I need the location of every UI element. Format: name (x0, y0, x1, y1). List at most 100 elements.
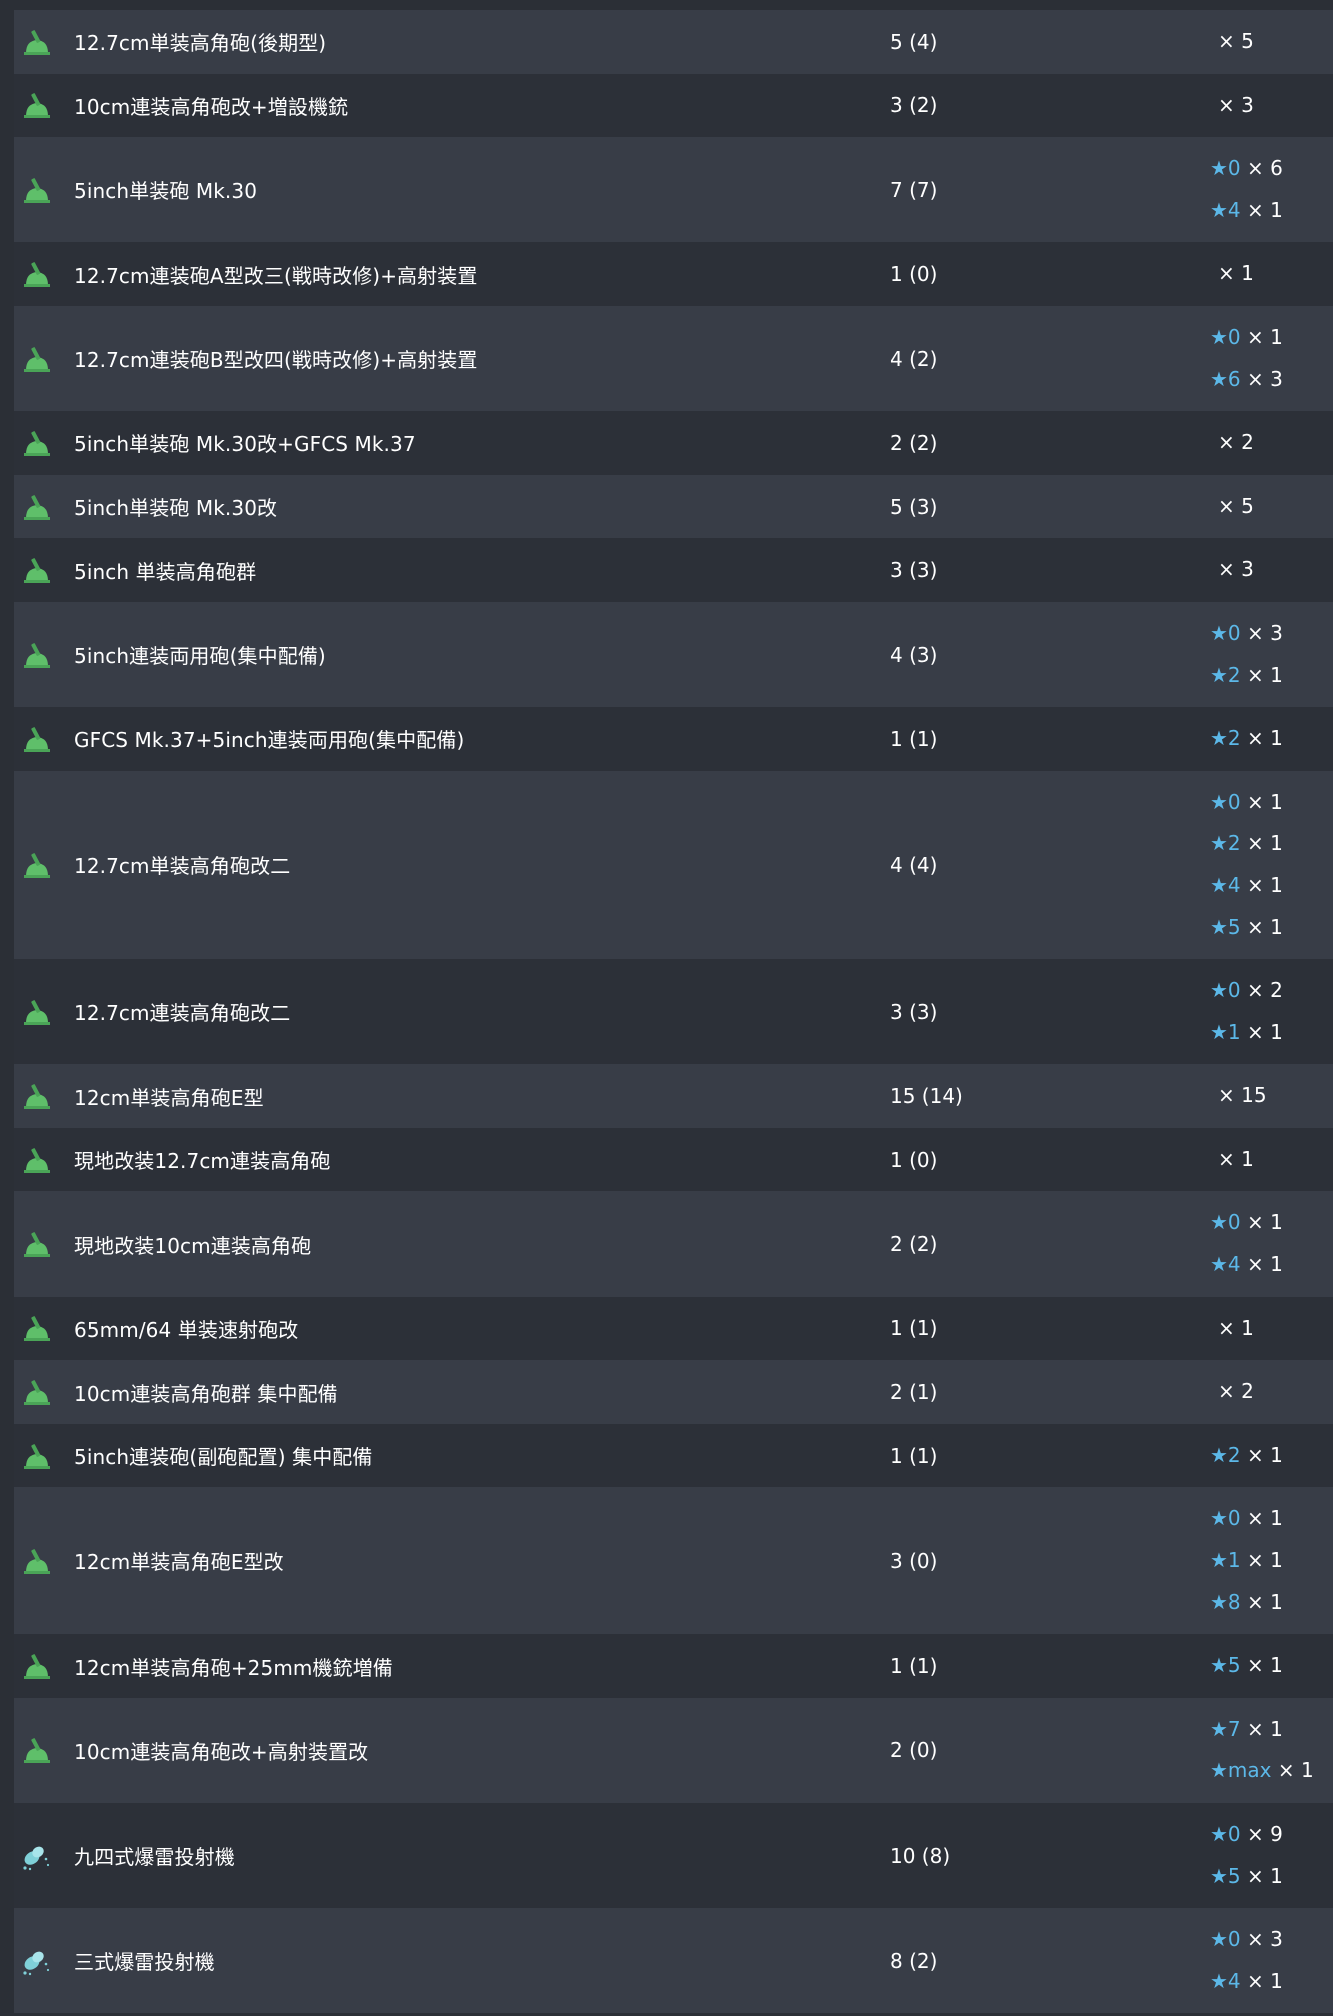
quantity: × 2 (1218, 1379, 1254, 1404)
gun-icon (14, 635, 60, 675)
quantity: × 1 (1240, 1716, 1283, 1741)
table-row: 65mm/64 単装速射砲改 1 (1) × 1 (14, 1296, 1333, 1361)
improvement-level-entry: ★0 × 3 (1210, 613, 1333, 655)
gun-icon (14, 1372, 60, 1412)
quantity: × 1 (1240, 1653, 1283, 1678)
star-level: ★0 (1210, 324, 1241, 349)
gun-icon (14, 1436, 60, 1476)
improvement-levels: ★0 × 1 ★4 × 1 (1210, 1202, 1333, 1285)
improvement-level-entry: × 15 (1210, 1075, 1333, 1117)
improvement-levels: ★0 × 3 ★2 × 1 (1210, 613, 1333, 696)
equipment-count: 1 (0) (890, 262, 938, 287)
table-row: 5inch単装砲 Mk.30 7 (7) ★0 × 6 ★4 × 1 (14, 137, 1333, 243)
quantity: × 1 (1240, 831, 1283, 856)
gun-icon (14, 1646, 60, 1686)
star-level: ★4 (1210, 872, 1241, 897)
equipment-name: GFCS Mk.37+5inch連装両用砲(集中配備) (74, 728, 465, 753)
gun-icon (14, 1224, 60, 1264)
improvement-levels: × 5 (1210, 486, 1333, 528)
equipment-name: 12.7cm連装高角砲改二 (74, 1001, 291, 1026)
improvement-level-entry: ★0 × 1 (1210, 317, 1333, 359)
quantity: × 3 (1240, 620, 1283, 645)
equipment-count: 4 (3) (890, 642, 938, 667)
equipment-name: 5inch 単装高角砲群 (74, 559, 257, 584)
quantity: × 1 (1240, 1252, 1283, 1277)
improvement-level-entry: ★7 × 1 (1210, 1709, 1333, 1751)
equipment-name: 5inch連装両用砲(集中配備) (74, 644, 326, 669)
quantity: × 1 (1240, 324, 1283, 349)
gun-icon (14, 992, 60, 1032)
quantity: × 1 (1240, 1548, 1283, 1573)
equipment-name: 5inch単装砲 Mk.30改 (74, 496, 278, 521)
table-row: 現地改装10cm連装高角砲 2 (2) ★0 × 1 ★4 × 1 (14, 1191, 1333, 1297)
star-level: ★7 (1210, 1716, 1241, 1741)
quantity: × 5 (1218, 493, 1254, 518)
equipment-name: 現地改装12.7cm連装高角砲 (74, 1149, 331, 1174)
quantity: × 1 (1240, 1506, 1283, 1531)
equipment-count: 1 (1) (890, 726, 938, 751)
equipment-name: 12.7cm連装砲A型改三(戦時改修)+高射装置 (74, 263, 478, 288)
quantity: × 1 (1240, 197, 1283, 222)
star-level: ★4 (1210, 1968, 1241, 1993)
gun-icon (14, 845, 60, 885)
improvement-levels: ★2 × 1 (1210, 1435, 1333, 1477)
equipment-name: 12.7cm単装高角砲(後期型) (74, 31, 327, 56)
equipment-count: 4 (4) (890, 852, 938, 877)
improvement-levels: × 2 (1210, 1371, 1333, 1413)
improvement-levels: × 1 (1210, 1139, 1333, 1181)
table-row: GFCS Mk.37+5inch連装両用砲(集中配備) 1 (1) ★2 × 1 (14, 707, 1333, 771)
improvement-level-entry: ★0 × 1 (1210, 782, 1333, 824)
equipment-name: 65mm/64 単装速射砲改 (74, 1317, 299, 1342)
quantity: × 3 (1218, 92, 1254, 117)
improvement-level-entry: ★5 × 1 (1210, 1856, 1333, 1898)
star-level: ★1 (1210, 1019, 1241, 1044)
gun-icon (14, 719, 60, 759)
equipment-name: 三式爆雷投射機 (74, 1950, 215, 1975)
improvement-level-entry: ★4 × 1 (1210, 865, 1333, 907)
depth-charge-icon (14, 1836, 60, 1876)
star-level: ★0 (1210, 1822, 1241, 1847)
quantity: × 3 (1240, 366, 1283, 391)
star-level: ★2 (1210, 831, 1241, 856)
gun-icon (14, 1730, 60, 1770)
improvement-levels: × 3 (1210, 85, 1333, 127)
equipment-count: 5 (3) (890, 494, 938, 519)
quantity: × 6 (1240, 156, 1283, 181)
table-row: 5inch単装砲 Mk.30改+GFCS Mk.37 2 (2) × 2 (14, 411, 1333, 475)
quantity: × 3 (1240, 1927, 1283, 1952)
star-level: ★4 (1210, 1252, 1241, 1277)
star-level: ★5 (1210, 1863, 1241, 1888)
quantity: × 1 (1240, 872, 1283, 897)
table-row: 三式爆雷投射機 8 (2) ★0 × 3 ★4 × 1 (14, 1908, 1333, 2014)
improvement-levels: × 5 (1210, 21, 1333, 63)
improvement-levels: × 1 (1210, 1308, 1333, 1350)
improvement-level-entry: ★8 × 1 (1210, 1582, 1333, 1624)
improvement-level-entry: ★0 × 9 (1210, 1814, 1333, 1856)
table-row: 10cm連装高角砲群 集中配備 2 (1) × 2 (14, 1360, 1333, 1424)
star-level: ★5 (1210, 1653, 1241, 1678)
quantity: × 15 (1218, 1083, 1267, 1108)
improvement-level-entry: ★4 × 1 (1210, 1244, 1333, 1286)
improvement-level-entry: ★4 × 1 (1210, 1961, 1333, 2003)
improvement-level-entry: ★0 × 1 (1210, 1498, 1333, 1540)
equipment-count: 3 (3) (890, 558, 938, 583)
star-level: ★max (1210, 1758, 1272, 1783)
equipment-count: 5 (4) (890, 29, 938, 54)
quantity: × 2 (1240, 978, 1283, 1003)
gun-icon (14, 254, 60, 294)
equipment-count: 1 (1) (890, 1316, 938, 1341)
equipment-name: 九四式爆雷投射機 (74, 1845, 235, 1870)
improvement-level-entry: × 1 (1210, 1139, 1333, 1181)
equipment-name: 12.7cm単装高角砲改二 (74, 854, 291, 879)
equipment-name: 12cm単装高角砲+25mm機銃増備 (74, 1655, 393, 1680)
improvement-level-entry: ★0 × 1 (1210, 1202, 1333, 1244)
equipment-name: 5inch連装砲(副砲配置) 集中配備 (74, 1445, 373, 1470)
equipment-count: 2 (0) (890, 1738, 938, 1763)
quantity: × 1 (1240, 726, 1283, 751)
star-level: ★0 (1210, 1927, 1241, 1952)
table-row: 5inch 単装高角砲群 3 (3) × 3 (14, 538, 1333, 602)
improvement-level-entry: ★1 × 1 (1210, 1012, 1333, 1054)
improvement-levels: ★0 × 1 ★6 × 3 (1210, 317, 1333, 400)
improvement-levels: ★0 × 9 ★5 × 1 (1210, 1814, 1333, 1897)
equipment-count: 4 (2) (890, 346, 938, 371)
